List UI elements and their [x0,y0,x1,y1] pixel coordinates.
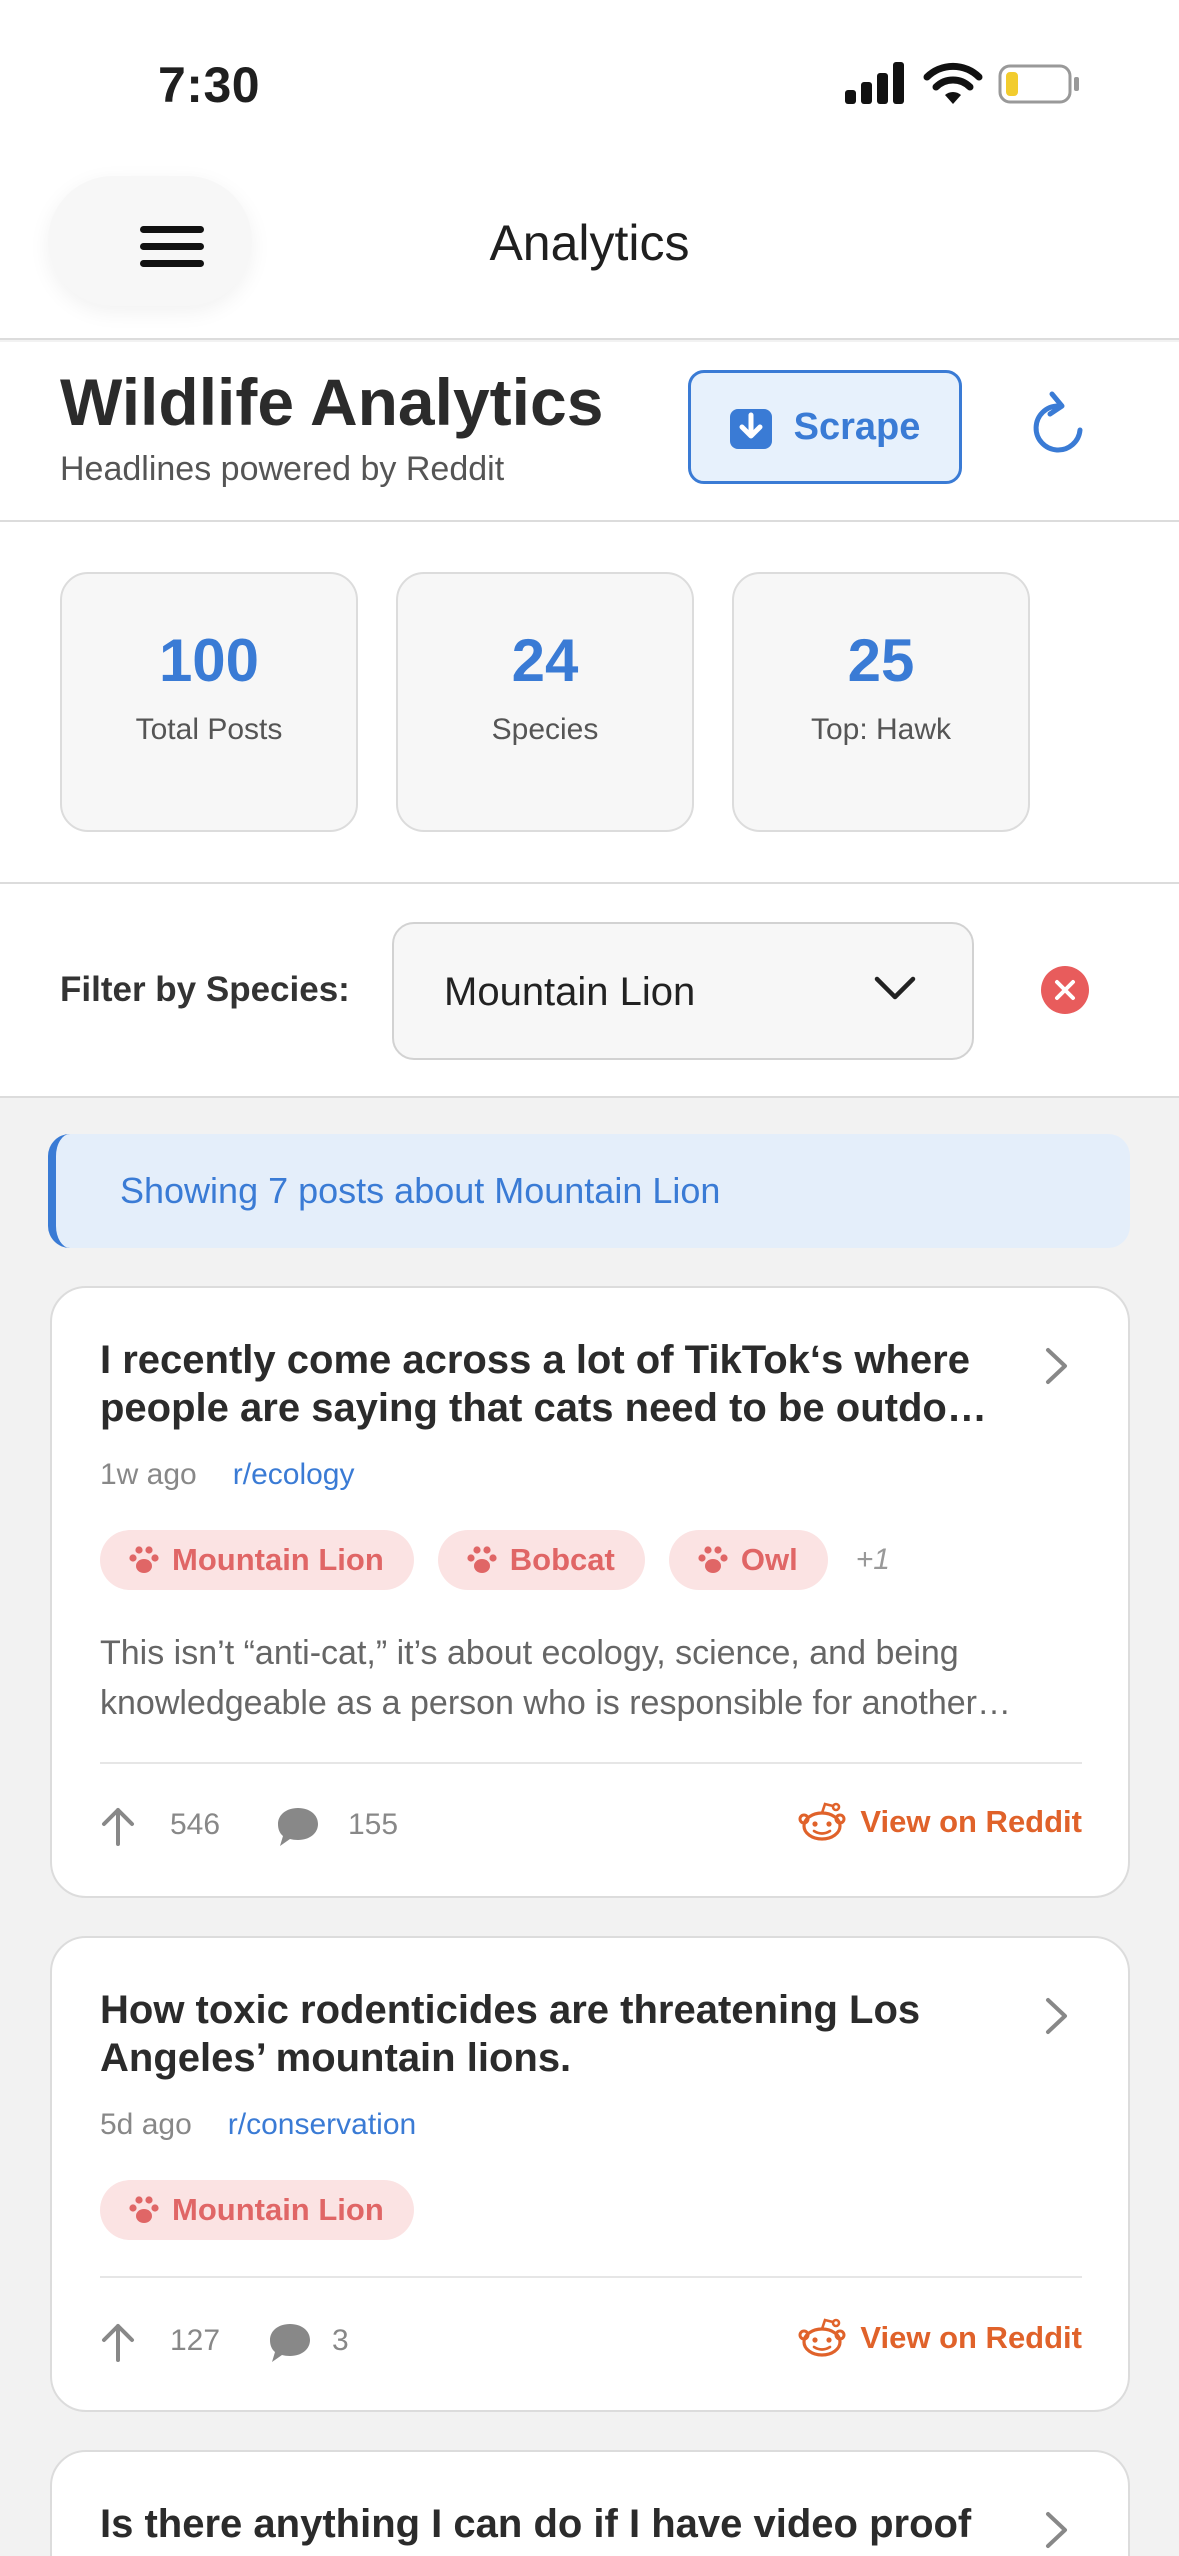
upvote-icon[interactable] [100,1806,136,1846]
reddit-icon [798,1802,846,1841]
post-card[interactable]: I recently come across a lot of TikTok‘s… [50,1286,1130,1898]
species-tag-label: Bobcat [509,1542,615,1577]
stat-value: 100 [158,627,260,694]
species-select[interactable]: Mountain Lion [392,922,974,1060]
post-meta: 1w ago r/ecology [100,1458,354,1492]
clear-filter-icon[interactable] [1040,965,1090,1015]
species-tag[interactable]: Owl [668,1530,828,1590]
species-select-value: Mountain Lion [444,970,696,1014]
post-footer: 127 3 View on Reddit [100,2318,1082,2368]
top-bar: 7:30 Analytics [0,0,1179,340]
stat-label: Top: Hawk [810,713,952,746]
refresh-icon[interactable] [1028,390,1088,460]
reddit-icon [798,2318,846,2357]
species-tag-label: Mountain Lion [172,2192,384,2227]
paw-icon [698,1546,728,1573]
species-tag-label: Mountain Lion [172,1542,384,1577]
stat-label: Species [491,713,599,746]
filter-label: Filter by Species: [60,970,350,1009]
page-title: Wildlife Analytics [60,365,604,439]
chevron-right-icon [1046,2512,1067,2548]
view-on-reddit-link[interactable]: View on Reddit [798,2318,1082,2358]
page-header: Wildlife Analytics Headlines powered by … [0,342,1179,522]
stat-card-species: 24 Species [396,572,694,832]
stat-value: 24 [511,627,579,694]
download-icon [729,409,772,449]
scrape-label: Scrape [793,405,921,448]
paw-icon [129,2196,159,2223]
stat-label: Total Posts [135,713,283,746]
upvote-count: 546 [170,1808,221,1841]
chevron-right-icon [1046,1348,1067,1384]
comment-count: 155 [348,1808,399,1841]
post-card[interactable]: Is there anything I can do if I have vid… [50,2450,1130,2556]
species-tags: Mountain Lion Bobcat Owl +1 [100,1530,890,1590]
post-title: Is there anything I can do if I have vid… [100,2502,972,2546]
status-time: 7:30 [158,57,261,113]
results-banner-text: Showing 7 posts about Mountain Lion [120,1170,721,1211]
nav-title: Analytics [489,215,690,271]
comment-icon[interactable] [276,1806,320,1848]
species-tag-label: Owl [740,1542,798,1577]
species-tags: Mountain Lion [100,2180,414,2240]
stat-card-total-posts: 100 Total Posts [60,572,358,832]
species-tag[interactable]: Mountain Lion [100,2180,414,2240]
view-on-reddit-label: View on Reddit [860,1804,1082,1839]
post-footer: 546 155 View on Reddit [100,1802,1082,1852]
divider [100,2276,1082,2278]
divider [100,1762,1082,1764]
battery-icon [998,64,1079,104]
stats-section: 100 Total Posts 24 Species 25 Top: Hawk [0,522,1179,884]
view-on-reddit-link[interactable]: View on Reddit [798,1802,1082,1842]
stat-value: 25 [847,627,915,694]
chevron-right-icon [1046,1998,1067,2034]
chevron-down-icon [874,976,916,1000]
wifi-icon [923,62,983,104]
subreddit-link[interactable]: r/ecology [233,1458,355,1491]
results-banner: Showing 7 posts about Mountain Lion [48,1134,1130,1248]
species-tag[interactable]: Mountain Lion [100,1530,414,1590]
filter-section: Filter by Species: Mountain Lion [0,884,1179,1098]
view-on-reddit-label: View on Reddit [860,2320,1082,2355]
paw-icon [467,1546,497,1573]
paw-icon [129,1546,159,1573]
stat-card-top-species: 25 Top: Hawk [732,572,1030,832]
comment-icon[interactable] [268,2322,312,2364]
page-subtitle: Headlines powered by Reddit [60,450,505,488]
post-card[interactable]: How toxic rodenticides are threatening L… [50,1936,1130,2412]
post-age: 1w ago [100,1458,197,1491]
post-excerpt: This isn’t “anti-cat,” it’s about ecolog… [100,1634,1011,1722]
cellular-signal-icon [845,62,904,104]
post-title: How toxic rodenticides are threatening L… [100,1988,921,2080]
post-age: 5d ago [100,2108,192,2141]
more-tags-count: +1 [855,1543,890,1576]
comment-count: 3 [332,2324,349,2357]
subreddit-link[interactable]: r/conservation [228,2108,416,2141]
scrape-button[interactable]: Scrape [688,370,962,484]
upvote-icon[interactable] [100,2322,136,2362]
upvote-count: 127 [170,2324,221,2357]
species-tag[interactable]: Bobcat [437,1530,645,1590]
post-meta: 5d ago r/conservation [100,2108,416,2142]
post-title: I recently come across a lot of TikTok‘s… [100,1338,987,1430]
